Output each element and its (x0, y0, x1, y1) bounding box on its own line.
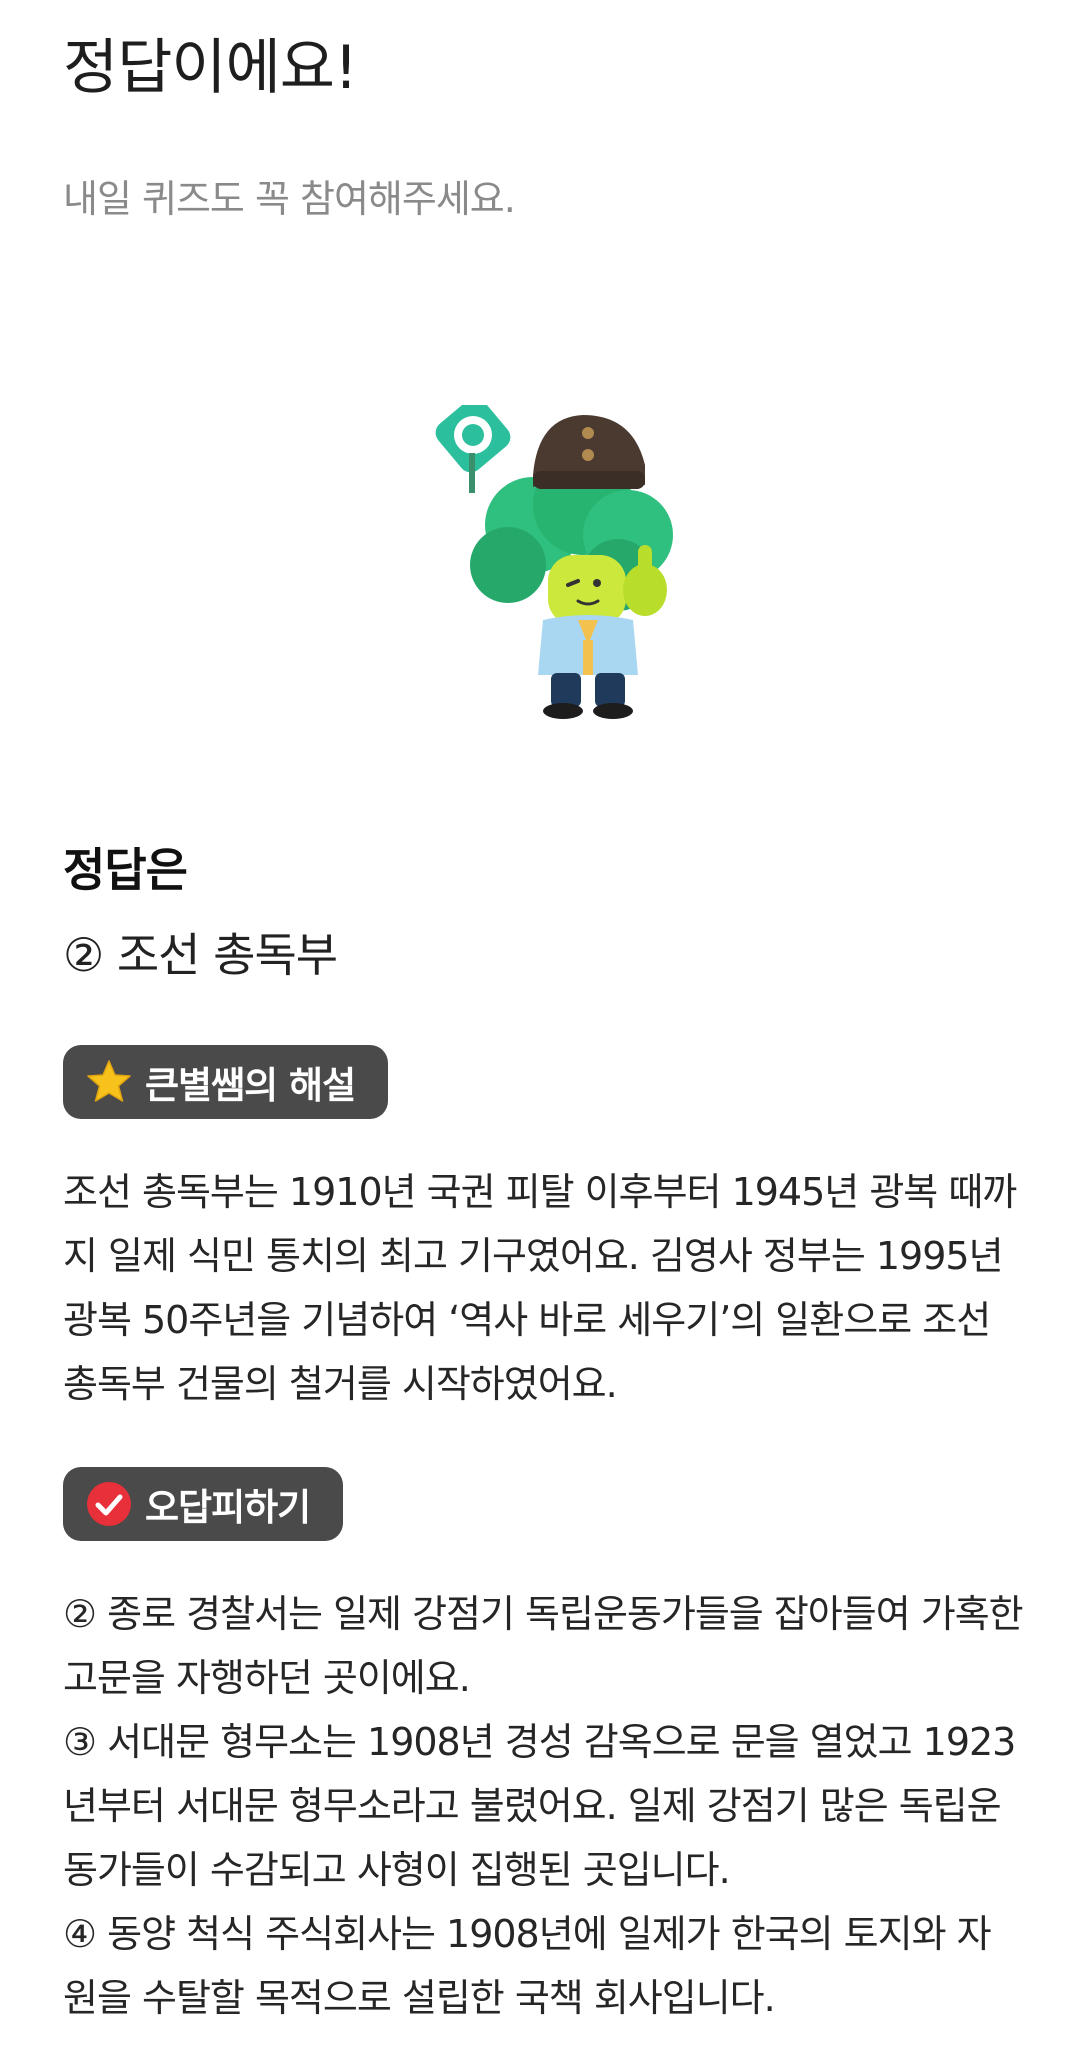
wrong-answer-list: ② 종로 경찰서는 일제 강점기 독립운동가들을 잡아들여 가혹한 고문을 자행… (63, 1582, 1024, 2030)
explanation-text: 조선 총독부는 1910년 국권 피탈 이후부터 1945년 광복 때까지 일제… (63, 1170, 1017, 1406)
check-circle-icon (87, 1482, 131, 1526)
wrong-answer-badge: 오답피하기 (63, 1467, 343, 1541)
page-subtitle: 내일 퀴즈도 꼭 참여해주세요. (63, 177, 516, 221)
wrong-answer-item: ② 종로 경찰서는 일제 강점기 독립운동가들을 잡아들여 가혹한 고문을 자행… (63, 1592, 1024, 1700)
answer-value: ② 조선 총독부 (63, 928, 338, 982)
wrong-answer-badge-label: 오답피하기 (145, 1486, 311, 1529)
star-icon (87, 1060, 131, 1102)
circle-o-sign-icon (435, 405, 511, 493)
explanation-badge: 큰별쌤의 해설 (63, 1045, 388, 1119)
answer-heading: 정답은 (63, 843, 188, 897)
page-title: 정답이에요! (63, 33, 358, 103)
explanation-badge-label: 큰별쌤의 해설 (145, 1064, 356, 1107)
broccoli-mascot-thumbs-up-icon (435, 405, 673, 719)
wrong-answer-item: ④ 동양 척식 주식회사는 1908년에 일제가 한국의 토지와 자원을 수탈할… (63, 1912, 992, 2020)
wrong-answer-item: ③ 서대문 형무소는 1908년 경성 감옥으로 문을 열었고 1923년부터 … (63, 1720, 1016, 1892)
